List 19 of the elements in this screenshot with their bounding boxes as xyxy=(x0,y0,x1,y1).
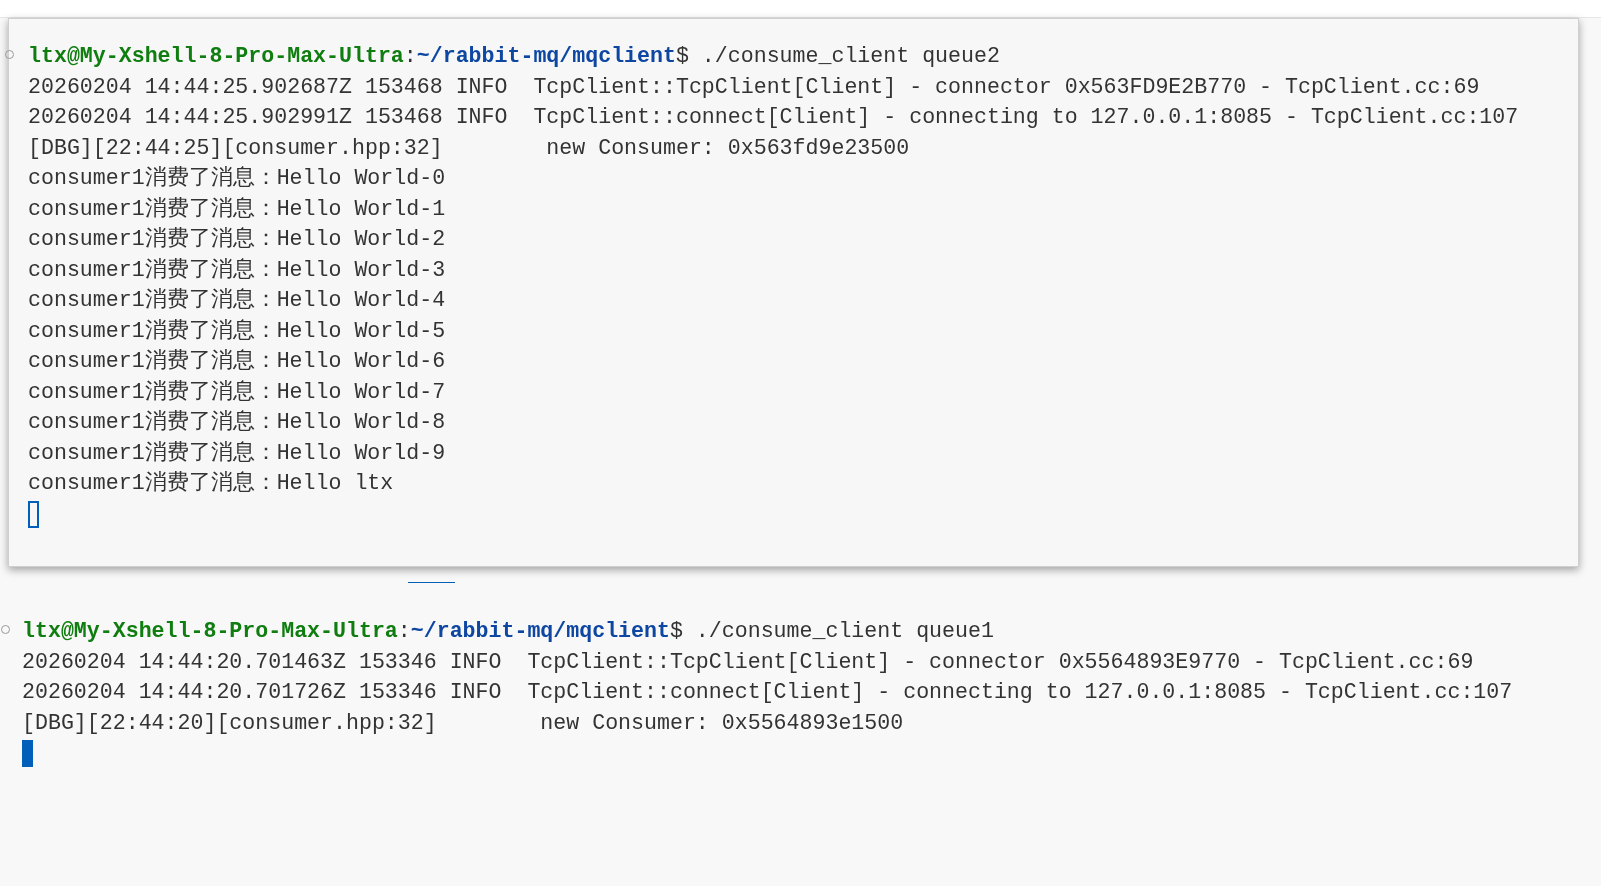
output-line: consumer1消费了消息：Hello World-7 xyxy=(28,378,447,406)
prompt-line: ltx@My-Xshell-8-Pro-Max-Ultra:~/rabbit-mq/mqclient$ ./consume_client queue2 xyxy=(28,43,1001,70)
output-line: consumer1消费了消息：Hello World-2 xyxy=(28,226,447,253)
output-line: 20260204 14:44:25.902991Z 153468 INFO TcpClient::connect[Client] - connecting to 127.0.0.1:8085 - TcpClient.cc:107 xyxy=(28,104,1520,131)
output-line: [DBG][22:44:25][consumer.hpp:32] new Consumer: 0x563fd9e23500 xyxy=(28,134,911,162)
output-line: [DBG][22:44:20][consumer.hpp:32] new Consumer: 0x5564893e1500 xyxy=(22,709,905,737)
output-line: consumer1消费了消息：Hello World-6 xyxy=(28,348,447,375)
output-line: consumer1消费了消息：Hello World-5 xyxy=(28,317,447,345)
output-line: consumer1消费了消息：Hello World-0 xyxy=(28,165,447,192)
output-line: 20260204 14:44:20.701726Z 153346 INFO TcpClient::connect[Client] - connecting to 127.0.0.1:8085 - TcpClient.cc:107 xyxy=(22,679,1514,706)
prompt-line: ltx@My-Xshell-8-Pro-Max-Ultra:~/rabbit-mq/mqclient$ ./consume_client queue1 xyxy=(22,618,995,645)
output-line: consumer1消费了消息：Hello ltx xyxy=(28,470,395,497)
output-line: consumer1消费了消息：Hello World-3 xyxy=(28,256,447,284)
output-line: consumer1消费了消息：Hello World-4 xyxy=(28,287,447,314)
output-line: 20260204 14:44:20.701463Z 153346 INFO TcpClient::TcpClient[Client] - connector 0x5564893E9770 - TcpClient.cc:69 xyxy=(22,648,1475,676)
output-line: consumer1消费了消息：Hello World-8 xyxy=(28,409,447,436)
output-line: 20260204 14:44:25.902687Z 153468 INFO TcpClient::TcpClient[Client] - connector 0x563FD9E2B770 - TcpClient.cc:69 xyxy=(28,73,1481,101)
output-line: consumer1消费了消息：Hello World-1 xyxy=(28,195,447,223)
output-line: consumer1消费了消息：Hello World-9 xyxy=(28,439,447,467)
